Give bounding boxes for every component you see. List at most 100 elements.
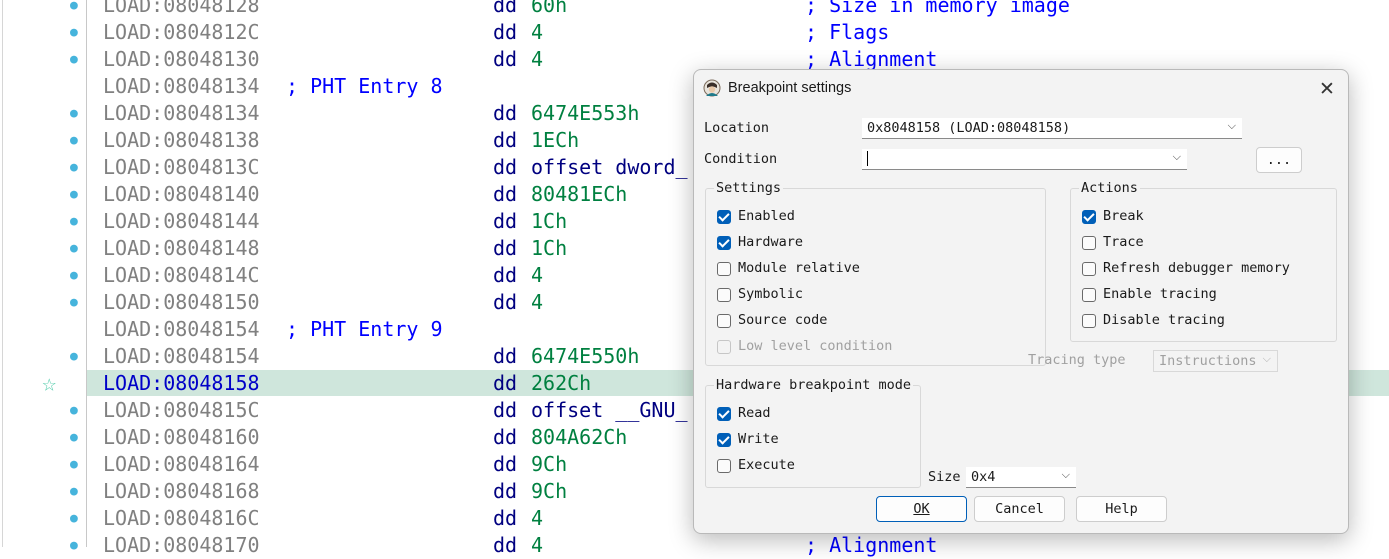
settings-checkbox-label[interactable]: Source code: [738, 312, 827, 328]
row-operand: 1Ch: [531, 236, 568, 260]
breakpoint-dot-icon[interactable]: ●: [70, 296, 78, 309]
hw-mode-checkbox-2[interactable]: [717, 459, 731, 473]
row-mnemonic: dd: [493, 155, 518, 179]
breakpoint-dot-icon[interactable]: ●: [70, 485, 78, 498]
breakpoint-dot-icon[interactable]: ●: [70, 161, 78, 174]
row-address: LOAD:0804812C: [103, 20, 260, 44]
hardware-mode-group-label: Hardware breakpoint mode: [714, 377, 914, 393]
row-operand: 4: [531, 533, 544, 557]
breakpoint-dot-icon[interactable]: ●: [70, 188, 78, 201]
text-caret: [867, 151, 868, 166]
chevron-down-icon: ⌵: [1262, 352, 1271, 365]
size-value: 0x4: [971, 469, 996, 485]
settings-checkbox-label[interactable]: Enabled: [738, 208, 795, 224]
actions-checkbox-label[interactable]: Disable tracing: [1103, 312, 1225, 328]
row-address: LOAD:08048158: [103, 371, 260, 395]
row-mnemonic: dd: [493, 236, 518, 260]
row-address: LOAD:08048128: [103, 0, 260, 17]
listing-row[interactable]: ● LOAD:08048128 dd 60h ; Size in memory imag…: [0, 0, 1389, 19]
breakpoint-dot-icon[interactable]: ●: [70, 458, 78, 471]
settings-checkbox-2[interactable]: [717, 262, 731, 276]
breakpoint-dot-icon[interactable]: ●: [70, 53, 78, 66]
listing-row[interactable]: ● LOAD:08048170 dd 4 ; Alignment: [0, 532, 1389, 559]
actions-checkbox-label[interactable]: Break: [1103, 208, 1144, 224]
breakpoint-dot-icon[interactable]: ●: [70, 404, 78, 417]
actions-checkbox-label[interactable]: Refresh debugger memory: [1103, 260, 1290, 276]
condition-label: Condition: [704, 151, 778, 167]
actions-checkbox-0[interactable]: [1082, 210, 1096, 224]
settings-checkbox-4[interactable]: [717, 314, 731, 328]
row-mnemonic: dd: [493, 452, 518, 476]
row-address: LOAD:08048154: [103, 317, 260, 341]
row-address: LOAD:08048164: [103, 452, 260, 476]
actions-checkbox-4[interactable]: [1082, 314, 1096, 328]
hw-mode-checkbox-1[interactable]: [717, 433, 731, 447]
location-combo[interactable]: 0x8048158 (LOAD:08048158) ⌵: [862, 118, 1242, 139]
breakpoint-dot-icon[interactable]: ●: [70, 107, 78, 120]
row-mnemonic: dd: [493, 47, 518, 71]
breakpoint-dot-icon[interactable]: ●: [70, 242, 78, 255]
breakpoint-dot-icon[interactable]: ●: [70, 539, 78, 552]
app-icon: [703, 79, 721, 97]
hw-mode-checkbox-label[interactable]: Execute: [738, 457, 795, 473]
row-operand: 4: [531, 290, 544, 314]
row-address: LOAD:0804815C: [103, 398, 260, 422]
breakpoint-dot-icon[interactable]: ●: [70, 0, 78, 12]
tracing-type-combo: Instructions ⌵: [1153, 350, 1278, 372]
tracing-type-value: Instructions: [1159, 353, 1257, 369]
condition-edit-button[interactable]: ...: [1256, 147, 1302, 173]
actions-checkbox-1[interactable]: [1082, 236, 1096, 250]
close-icon[interactable]: ✕: [1316, 78, 1338, 100]
hw-mode-checkbox-0[interactable]: [717, 407, 731, 421]
ok-button[interactable]: OK: [876, 496, 967, 522]
breakpoint-dot-icon[interactable]: ●: [70, 269, 78, 282]
help-button[interactable]: Help: [1076, 496, 1167, 522]
row-operand: 262Ch: [531, 371, 592, 395]
row-address: LOAD:08048130: [103, 47, 260, 71]
actions-group-label: Actions: [1079, 180, 1140, 196]
cancel-button[interactable]: Cancel: [974, 496, 1065, 522]
actions-checkbox-label[interactable]: Enable tracing: [1103, 286, 1217, 302]
settings-checkbox-label[interactable]: Module relative: [738, 260, 860, 276]
breakpoint-dot-icon[interactable]: ●: [70, 350, 78, 363]
row-operand: 6474E550h: [531, 344, 640, 368]
row-remark: ; Size in memory image: [805, 0, 1070, 17]
settings-checkbox-3[interactable]: [717, 288, 731, 302]
row-mnemonic: dd: [493, 101, 518, 125]
row-address: LOAD:08048150: [103, 290, 260, 314]
row-mnemonic: dd: [493, 479, 518, 503]
row-operand: 6474E553h: [531, 101, 640, 125]
settings-checkbox-5: [717, 340, 731, 354]
location-value: 0x8048158 (LOAD:08048158): [867, 120, 1071, 136]
settings-checkbox-label[interactable]: Symbolic: [738, 286, 803, 302]
settings-checkbox-label[interactable]: Hardware: [738, 234, 803, 250]
row-mnemonic: dd: [493, 209, 518, 233]
actions-checkbox-label[interactable]: Trace: [1103, 234, 1144, 250]
hw-mode-checkbox-label[interactable]: Write: [738, 431, 779, 447]
settings-checkbox-1[interactable]: [717, 236, 731, 250]
size-label: Size: [928, 469, 961, 485]
breakpoint-dot-icon[interactable]: ●: [70, 431, 78, 444]
breakpoint-dot-icon[interactable]: ●: [70, 512, 78, 525]
row-address: LOAD:0804814C: [103, 263, 260, 287]
actions-checkbox-2[interactable]: [1082, 262, 1096, 276]
row-mnemonic: dd: [493, 0, 518, 17]
row-operand: 60h: [531, 0, 568, 17]
actions-checkbox-3[interactable]: [1082, 288, 1096, 302]
breakpoint-dot-icon[interactable]: ●: [70, 26, 78, 39]
row-address: LOAD:08048154: [103, 344, 260, 368]
settings-checkbox-0[interactable]: [717, 210, 731, 224]
breakpoint-dot-icon[interactable]: ●: [70, 134, 78, 147]
hw-mode-checkbox-label[interactable]: Read: [738, 405, 771, 421]
condition-combo[interactable]: ⌵: [862, 149, 1187, 170]
row-address: LOAD:08048138: [103, 128, 260, 152]
breakpoint-dot-icon[interactable]: ●: [70, 215, 78, 228]
row-address: LOAD:0804813C: [103, 155, 260, 179]
size-combo[interactable]: 0x4 ⌵: [966, 467, 1076, 488]
row-operand: 4: [531, 47, 544, 71]
row-mnemonic: dd: [493, 20, 518, 44]
row-address: LOAD:08048140: [103, 182, 260, 206]
listing-row[interactable]: ● LOAD:0804812C dd 4 ; Flags: [0, 19, 1389, 46]
row-mnemonic: dd: [493, 128, 518, 152]
star-icon[interactable]: ☆: [42, 371, 56, 395]
